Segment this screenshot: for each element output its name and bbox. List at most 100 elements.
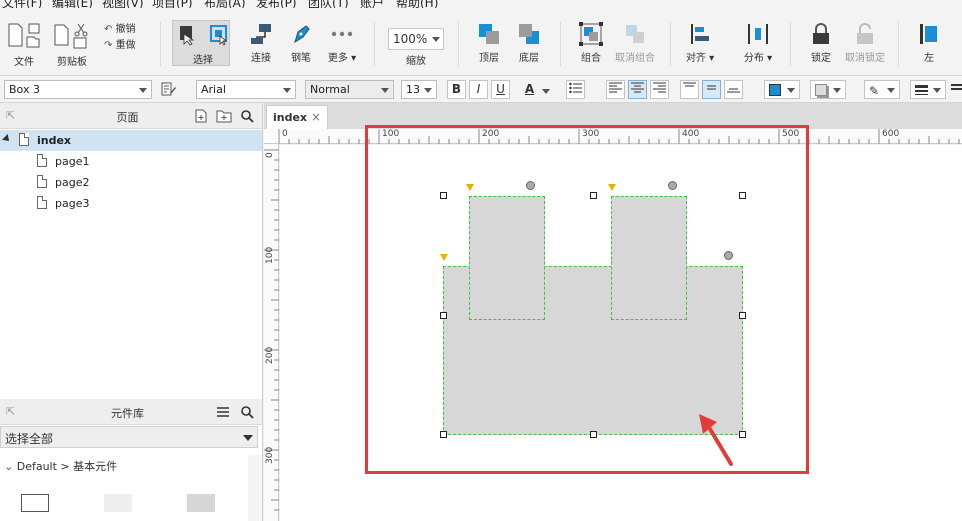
redo-button[interactable]: ↷ 重做 xyxy=(104,36,136,51)
menu-help[interactable]: 帮助(H) xyxy=(396,0,438,8)
more-button[interactable]: 更多 ▾ xyxy=(322,22,362,64)
line-weight-button[interactable] xyxy=(910,80,946,99)
shadow-icon xyxy=(815,84,827,96)
library-select[interactable]: 选择全部 xyxy=(0,426,258,448)
font-size-value: 13 xyxy=(406,83,420,96)
more-dots-icon xyxy=(331,31,353,37)
zoom-select[interactable]: 100% xyxy=(388,28,444,50)
text-align-right-button[interactable] xyxy=(650,80,669,99)
new-file-icon xyxy=(8,23,40,48)
file-label: 文件 xyxy=(14,57,34,68)
page-tree-item-page2[interactable]: page2 xyxy=(0,172,262,193)
widget-placeholder[interactable] xyxy=(104,494,132,512)
line-pattern-icon xyxy=(951,84,962,90)
widget-image[interactable] xyxy=(187,494,215,512)
menu-account[interactable]: 账户 xyxy=(360,0,384,8)
menu-edit[interactable]: 编辑(E) xyxy=(52,0,93,8)
more-label: 更多 ▾ xyxy=(327,53,357,64)
align-button[interactable]: 对齐 ▾ xyxy=(680,22,720,64)
file-button[interactable]: 文件 xyxy=(4,22,44,68)
font-color-button[interactable]: A xyxy=(520,80,539,99)
library-scrollbar[interactable] xyxy=(248,455,262,521)
valign-top-button[interactable] xyxy=(680,80,699,99)
element-name-value: Box 3 xyxy=(9,83,40,96)
bullet-list-icon xyxy=(569,82,582,94)
menu-icon[interactable] xyxy=(216,405,230,419)
bring-to-top-button[interactable]: 顶层 xyxy=(472,22,506,64)
font-family-select[interactable]: Arial xyxy=(196,80,296,99)
tree-expand-icon[interactable] xyxy=(2,134,12,144)
page-tree-item-page3[interactable]: page3 xyxy=(0,193,262,214)
menu-team[interactable]: 团队(T) xyxy=(308,0,349,8)
align-left-button[interactable]: 左 xyxy=(914,22,944,64)
menu-project[interactable]: 项目(P) xyxy=(152,0,193,8)
add-folder-icon[interactable] xyxy=(216,109,232,123)
valign-bottom-button[interactable] xyxy=(724,80,743,99)
menu-view[interactable]: 视图(V) xyxy=(102,0,144,8)
underline-button[interactable]: U xyxy=(491,80,510,99)
group-icon xyxy=(579,22,603,46)
select-contain-icon xyxy=(210,25,228,46)
pen-icon xyxy=(294,25,310,44)
bullet-list-button[interactable] xyxy=(566,80,585,99)
edit-style-icon[interactable] xyxy=(161,82,177,99)
lock-button[interactable]: 锁定 xyxy=(804,22,838,64)
valign-middle-button[interactable] xyxy=(702,80,721,99)
line-color-button[interactable]: ✎ xyxy=(864,80,900,99)
library-breadcrumb[interactable]: ⌄ Default > 基本元件 xyxy=(4,458,117,474)
select-intersect-button[interactable] xyxy=(174,24,200,49)
ungroup-label: 取消组合 xyxy=(615,53,655,64)
menu-publish[interactable]: 发布(P) xyxy=(256,0,297,8)
menu-file[interactable]: 文件(F) xyxy=(2,0,42,8)
zoom-value: 100% xyxy=(393,32,428,46)
unlock-button[interactable]: 取消锁定 xyxy=(844,22,886,64)
chevron-down-icon xyxy=(381,88,389,93)
search-icon[interactable] xyxy=(240,405,254,419)
ruler-label: 300 xyxy=(265,446,275,464)
send-to-back-icon xyxy=(519,24,539,44)
close-icon[interactable]: × xyxy=(311,110,321,124)
library-select-value: 选择全部 xyxy=(5,432,54,446)
page-tree-item-page1[interactable]: page1 xyxy=(0,151,262,172)
widget-box[interactable] xyxy=(21,494,49,512)
clipboard-button[interactable]: 剪贴板 xyxy=(52,22,92,68)
page-label: page1 xyxy=(55,155,90,168)
page-icon xyxy=(37,154,47,167)
vertical-ruler[interactable]: 0 100 200 300 xyxy=(264,144,279,521)
font-size-select[interactable]: 13 xyxy=(401,80,437,99)
pen-button[interactable]: 钢笔 xyxy=(284,22,318,64)
undo-button[interactable]: ↶ 撤销 xyxy=(104,20,136,35)
unlock-label: 取消锁定 xyxy=(845,53,885,64)
element-name-select[interactable]: Box 3 xyxy=(4,80,152,99)
lock-label: 锁定 xyxy=(811,53,831,64)
fill-color-button[interactable] xyxy=(764,80,800,99)
line-pattern-button[interactable] xyxy=(948,80,962,99)
page-tree-item-index[interactable]: index xyxy=(0,130,262,151)
bold-button[interactable]: B xyxy=(447,80,466,99)
select-contain-button[interactable] xyxy=(206,24,232,49)
ungroup-icon xyxy=(626,25,644,43)
chevron-down-icon xyxy=(139,88,147,93)
page-label: page2 xyxy=(55,176,90,189)
connect-button[interactable]: 连接 xyxy=(244,22,278,64)
text-align-center-button[interactable] xyxy=(628,80,647,99)
chevron-down-icon[interactable] xyxy=(542,89,550,94)
send-to-bottom-button[interactable]: 底层 xyxy=(512,22,546,64)
tab-index[interactable]: index × xyxy=(266,105,328,129)
add-page-icon[interactable] xyxy=(194,109,208,123)
pencil-icon: ✎ xyxy=(869,84,880,98)
ungroup-button[interactable]: 取消组合 xyxy=(612,22,658,64)
font-style-select[interactable]: Normal xyxy=(305,80,394,99)
page-label: page3 xyxy=(55,197,90,210)
group-button[interactable]: 组合 xyxy=(574,22,608,64)
left-panel: ⇱ 页面 index page1 page2 page3 ⇱ 元件库 选择全部 … xyxy=(0,103,263,521)
search-icon[interactable] xyxy=(240,109,254,123)
menu-layout[interactable]: 布局(A) xyxy=(204,0,246,8)
chevron-down-icon xyxy=(787,88,795,93)
italic-button[interactable]: I xyxy=(469,80,488,99)
text-align-left-button[interactable] xyxy=(606,80,625,99)
distribute-button[interactable]: 分布 ▾ xyxy=(736,22,780,64)
shadow-button[interactable] xyxy=(810,80,846,99)
distribute-icon xyxy=(748,24,768,44)
unlock-icon xyxy=(857,23,873,44)
